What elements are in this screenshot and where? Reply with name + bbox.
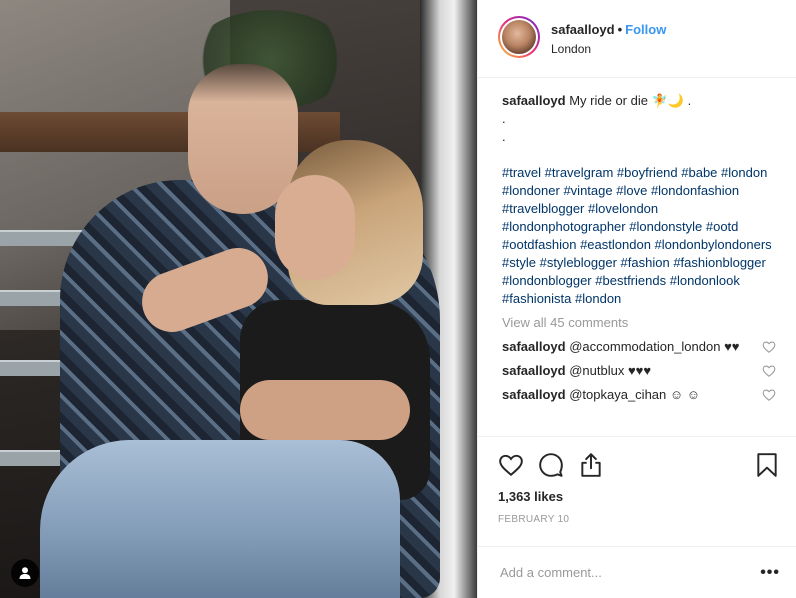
- hashtag-link[interactable]: #vintage: [563, 183, 612, 198]
- hashtag-link[interactable]: #londonphotographer: [502, 219, 626, 234]
- user-tag-icon: [19, 567, 31, 579]
- post-photo[interactable]: [0, 0, 477, 598]
- instagram-post: safaalloyd • Follow London safaalloyd My r…: [0, 0, 796, 598]
- caption-username[interactable]: safaalloyd: [502, 93, 566, 108]
- comment-text: @accommodation_london ♥♥: [569, 339, 740, 354]
- location-link[interactable]: London: [551, 42, 666, 56]
- user-tag-button[interactable]: [11, 559, 39, 587]
- heart-icon[interactable]: [498, 452, 524, 478]
- comment-username[interactable]: safaalloyd: [502, 387, 566, 402]
- comment-icon[interactable]: [538, 452, 564, 478]
- hashtag-link[interactable]: #babe: [681, 165, 717, 180]
- post-side-panel: safaalloyd • Follow London safaalloyd My r…: [477, 0, 796, 598]
- hashtag-link[interactable]: #style: [502, 255, 536, 270]
- hashtag-link[interactable]: #london: [575, 291, 621, 306]
- comment-item: safaalloyd @topkaya_cihan ☺ ☺: [502, 386, 776, 404]
- actions-area: 1,363 likes FEBRUARY 10: [478, 436, 796, 546]
- comment-heart-icon[interactable]: [762, 340, 776, 354]
- hashtag-link[interactable]: #love: [616, 183, 647, 198]
- hashtag-link[interactable]: #londonblogger: [502, 273, 592, 288]
- follow-button[interactable]: Follow: [625, 22, 666, 37]
- hashtag-link[interactable]: #eastlondon: [580, 237, 651, 252]
- view-all-comments-link[interactable]: View all 45 comments: [502, 314, 776, 332]
- header-separator: •: [617, 22, 623, 37]
- photo-jeans: [40, 440, 400, 598]
- hashtag-link[interactable]: #fashionista: [502, 291, 571, 306]
- comment-text: @nutblux ♥♥♥: [569, 363, 652, 378]
- hashtag-link[interactable]: #travelblogger: [502, 201, 584, 216]
- hashtag-link[interactable]: #bestfriends: [595, 273, 666, 288]
- comment-text: @topkaya_cihan ☺ ☺: [569, 387, 701, 402]
- header-username[interactable]: safaalloyd: [551, 22, 615, 37]
- hashtag-link[interactable]: #londonstyle: [629, 219, 702, 234]
- comment-username[interactable]: safaalloyd: [502, 339, 566, 354]
- header-text: safaalloyd • Follow London: [551, 22, 666, 56]
- hashtag-link[interactable]: #fashion: [621, 255, 670, 270]
- caption-first-line: safaalloyd My ride or die 🧚🌙 .: [502, 92, 776, 110]
- caption-dot-line: .: [502, 129, 506, 144]
- photo-woman-face: [275, 175, 355, 280]
- header-username-row: safaalloyd • Follow: [551, 22, 666, 38]
- hashtag-link[interactable]: #lovelondon: [588, 201, 658, 216]
- hashtag-link[interactable]: #london: [721, 165, 767, 180]
- hashtag-link[interactable]: #londonfashion: [651, 183, 739, 198]
- avatar-image: [502, 20, 536, 54]
- share-icon[interactable]: [578, 452, 604, 478]
- post-header: safaalloyd • Follow London: [478, 0, 796, 78]
- hashtag-link[interactable]: #travelgram: [545, 165, 614, 180]
- comment-item: safaalloyd @nutblux ♥♥♥: [502, 362, 776, 380]
- action-bar: [498, 447, 780, 483]
- comment-input[interactable]: [498, 564, 761, 581]
- photo-hands: [240, 380, 410, 440]
- avatar-frame: [500, 18, 538, 56]
- hashtag-link[interactable]: #ootdfashion: [502, 237, 576, 252]
- comments-area[interactable]: safaalloyd My ride or die 🧚🌙 . . . #trav…: [478, 78, 796, 436]
- hashtag-link[interactable]: #styleblogger: [540, 255, 617, 270]
- hashtag-link[interactable]: #fashionblogger: [673, 255, 766, 270]
- hashtag-link[interactable]: #ootd: [706, 219, 739, 234]
- hashtag-link[interactable]: #londonlook: [670, 273, 740, 288]
- comment-item: safaalloyd @accommodation_london ♥♥: [502, 338, 776, 356]
- hashtag-link[interactable]: #londoner: [502, 183, 560, 198]
- add-comment-bar: •••: [478, 546, 796, 598]
- likes-count[interactable]: 1,363 likes: [498, 489, 780, 504]
- post-date[interactable]: FEBRUARY 10: [498, 514, 780, 525]
- comment-heart-icon[interactable]: [762, 388, 776, 402]
- caption: safaalloyd My ride or die 🧚🌙 . . . #trav…: [502, 92, 776, 308]
- hashtag-list: #travel #travelgram #boyfriend #babe #lo…: [502, 165, 772, 306]
- comment-username[interactable]: safaalloyd: [502, 363, 566, 378]
- caption-text: My ride or die 🧚🌙 .: [569, 93, 692, 108]
- hashtag-link[interactable]: #londonbylondoners: [655, 237, 772, 252]
- hashtag-link[interactable]: #travel: [502, 165, 541, 180]
- comment-heart-icon[interactable]: [762, 364, 776, 378]
- caption-dot-line: .: [502, 111, 506, 126]
- hashtag-link[interactable]: #boyfriend: [617, 165, 678, 180]
- avatar[interactable]: [498, 16, 540, 58]
- more-options-button[interactable]: •••: [760, 564, 780, 582]
- bookmark-icon[interactable]: [754, 452, 780, 478]
